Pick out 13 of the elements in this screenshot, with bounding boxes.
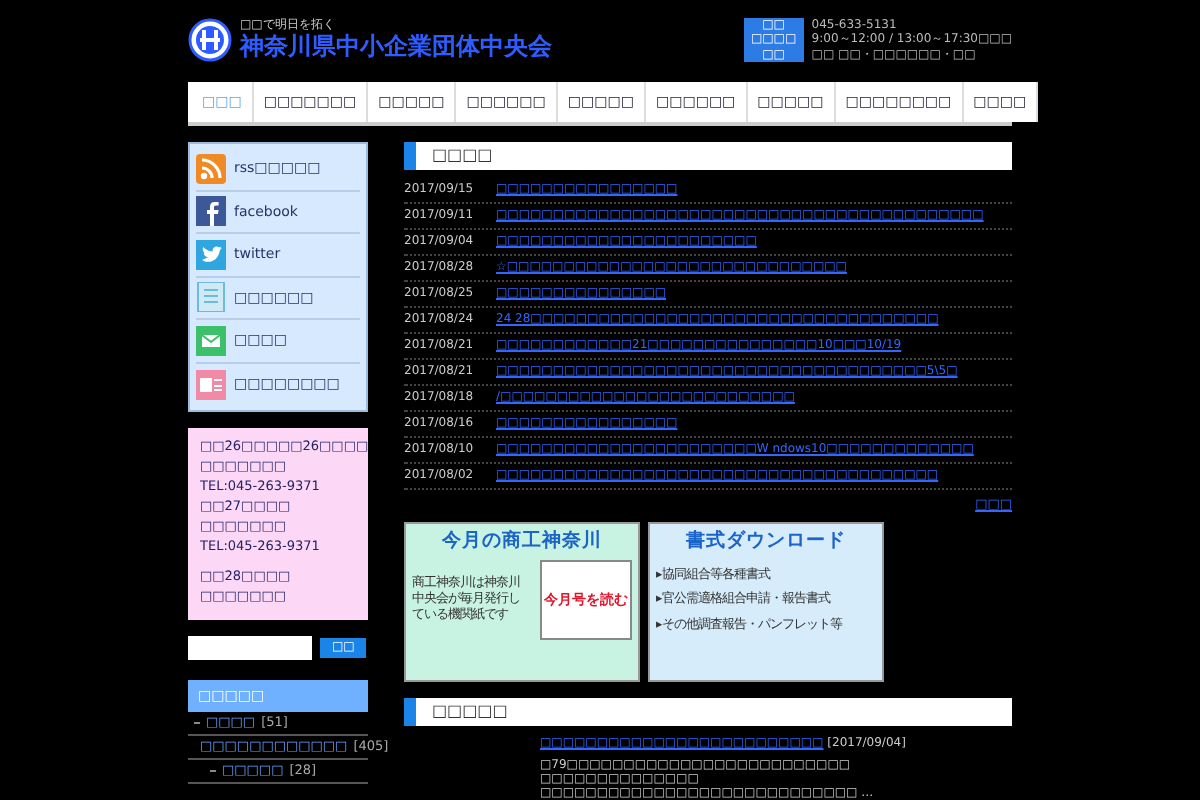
twitter-icon [196,239,226,270]
mail-icon [196,325,226,356]
emblem-logo-icon [188,18,232,62]
doc-icon [196,282,226,313]
section-header: □□□□ [404,142,1012,170]
banner-title: 書式ダウンロード [686,529,846,552]
search-field[interactable] [188,636,312,660]
card-icon [196,369,226,400]
site-title[interactable]: 神奈川県中小企業団体中央会 [240,32,552,62]
rss-icon [196,153,226,184]
section-header: □□□□□ [404,697,1012,726]
facebook-icon [196,196,226,227]
banner-title: 今月の商工神奈川 [442,529,602,552]
